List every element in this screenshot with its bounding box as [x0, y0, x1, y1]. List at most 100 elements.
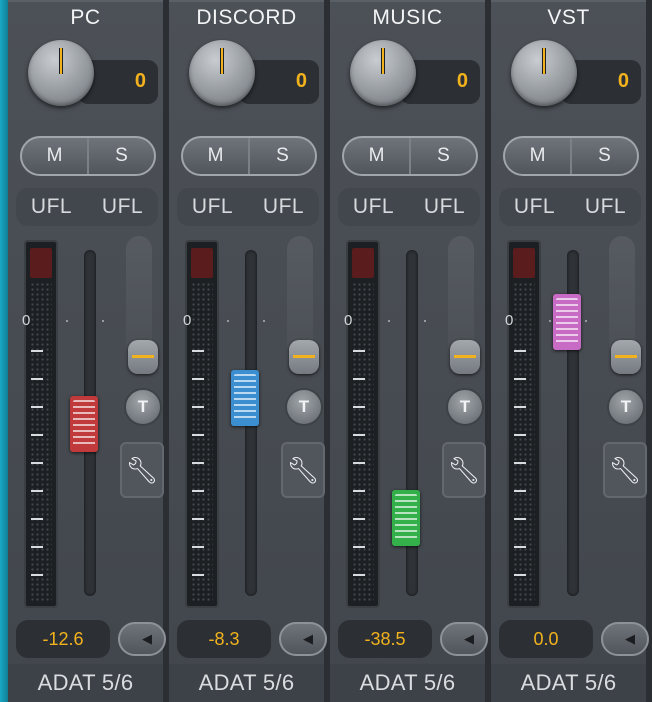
pan-slider-handle[interactable] — [611, 340, 641, 374]
context-button[interactable]: ◀ — [279, 622, 327, 656]
scale-tick — [31, 518, 43, 520]
pan-value: 0 — [456, 70, 468, 92]
output-routing[interactable]: ADAT 5/6 — [330, 664, 485, 702]
input-format-right: UFL — [584, 195, 627, 218]
pan-slider-handle[interactable] — [289, 340, 319, 374]
volume-fader[interactable] — [553, 294, 581, 350]
scale-tick — [31, 434, 43, 436]
trim-button[interactable]: T — [607, 388, 645, 426]
wrench-icon[interactable]: 🔧︎ — [442, 442, 486, 498]
scale-tick — [353, 434, 365, 436]
pan-slider-handle[interactable] — [128, 340, 158, 374]
scale-tick — [31, 378, 43, 380]
trim-button[interactable]: T — [446, 388, 484, 426]
input-format-right: UFL — [423, 195, 466, 218]
scale-tick — [514, 574, 526, 576]
mute-button[interactable]: M — [344, 138, 411, 174]
mute-solo-group: M S — [503, 136, 639, 176]
chevron-left-icon: ◀ — [142, 631, 152, 646]
context-button[interactable]: ◀ — [118, 622, 166, 656]
scale-tick — [31, 574, 43, 576]
input-format-right: UFL — [262, 195, 305, 218]
channel-name: PC — [70, 6, 101, 29]
clip-indicator — [191, 248, 213, 278]
scale-tick — [514, 462, 526, 464]
volume-fader[interactable] — [231, 370, 259, 426]
scale-tick — [514, 434, 526, 436]
meter-segments — [352, 282, 374, 602]
clip-indicator — [30, 248, 52, 278]
wrench-icon[interactable]: 🔧︎ — [281, 442, 325, 498]
scale-tick — [192, 462, 204, 464]
scale-tick — [31, 546, 43, 548]
volume-value[interactable]: -12.6 — [16, 620, 110, 658]
solo-button[interactable]: S — [250, 138, 315, 174]
pan-slider-handle[interactable] — [450, 340, 480, 374]
zero-db-mark: 0 — [344, 312, 353, 329]
pan-knob[interactable] — [28, 40, 94, 106]
input-format-left: UFL — [352, 195, 395, 218]
scale-tick — [192, 378, 204, 380]
output-routing[interactable]: ADAT 5/6 — [491, 664, 646, 702]
volume-value[interactable]: -8.3 — [177, 620, 271, 658]
wrench-icon[interactable]: 🔧︎ — [120, 442, 164, 498]
channel-name: VST — [547, 6, 590, 29]
level-meter — [507, 240, 541, 608]
scale-tick — [514, 490, 526, 492]
window-edge — [0, 0, 8, 702]
solo-button[interactable]: S — [89, 138, 154, 174]
knob-indicator — [220, 48, 224, 74]
mute-button[interactable]: M — [22, 138, 89, 174]
mixer: PC 0 M S UFL UFL 0 T 🔧︎ -12.6 ◀ ADAT 5/6… — [8, 0, 652, 702]
scale-tick — [514, 406, 526, 408]
scale-tick — [353, 378, 365, 380]
solo-button[interactable]: S — [572, 138, 637, 174]
input-format[interactable]: UFL UFL — [338, 188, 480, 226]
pan-knob[interactable] — [511, 40, 577, 106]
chevron-left-icon: ◀ — [303, 631, 313, 646]
scale-tick — [192, 490, 204, 492]
scale-tick — [192, 406, 204, 408]
input-format[interactable]: UFL UFL — [499, 188, 641, 226]
output-routing[interactable]: ADAT 5/6 — [169, 664, 324, 702]
volume-value[interactable]: -38.5 — [338, 620, 432, 658]
scale-tick — [31, 462, 43, 464]
mute-button[interactable]: M — [183, 138, 250, 174]
scale-tick — [514, 518, 526, 520]
trim-button[interactable]: T — [285, 388, 323, 426]
clip-indicator — [352, 248, 374, 278]
knob-indicator — [381, 48, 385, 74]
mute-button[interactable]: M — [505, 138, 572, 174]
context-button[interactable]: ◀ — [440, 622, 488, 656]
scale-tick — [192, 350, 204, 352]
scale-tick — [192, 574, 204, 576]
wrench-icon[interactable]: 🔧︎ — [603, 442, 647, 498]
knob-indicator — [59, 48, 63, 74]
channel-strip: PC 0 M S UFL UFL 0 T 🔧︎ -12.6 ◀ ADAT 5/6 — [8, 0, 166, 702]
meter-segments — [191, 282, 213, 602]
pan-knob[interactable] — [350, 40, 416, 106]
input-format-left: UFL — [191, 195, 234, 218]
channel-strip: DISCORD 0 M S UFL UFL 0 T 🔧︎ -8.3 ◀ ADAT… — [169, 0, 327, 702]
solo-button[interactable]: S — [411, 138, 476, 174]
input-format-right: UFL — [101, 195, 144, 218]
chevron-left-icon: ◀ — [464, 631, 474, 646]
scale-tick — [353, 462, 365, 464]
chevron-left-icon: ◀ — [625, 631, 635, 646]
volume-fader[interactable] — [70, 396, 98, 452]
context-button[interactable]: ◀ — [601, 622, 649, 656]
mute-solo-group: M S — [181, 136, 317, 176]
level-meter — [346, 240, 380, 608]
level-meter — [24, 240, 58, 608]
input-format[interactable]: UFL UFL — [177, 188, 319, 226]
scale-tick — [353, 546, 365, 548]
pan-knob[interactable] — [189, 40, 255, 106]
zero-db-mark: 0 — [505, 312, 514, 329]
volume-value[interactable]: 0.0 — [499, 620, 593, 658]
output-routing[interactable]: ADAT 5/6 — [8, 664, 163, 702]
trim-button[interactable]: T — [124, 388, 162, 426]
pan-value: 0 — [295, 70, 307, 92]
scale-tick — [31, 406, 43, 408]
volume-fader[interactable] — [392, 490, 420, 546]
input-format[interactable]: UFL UFL — [16, 188, 158, 226]
